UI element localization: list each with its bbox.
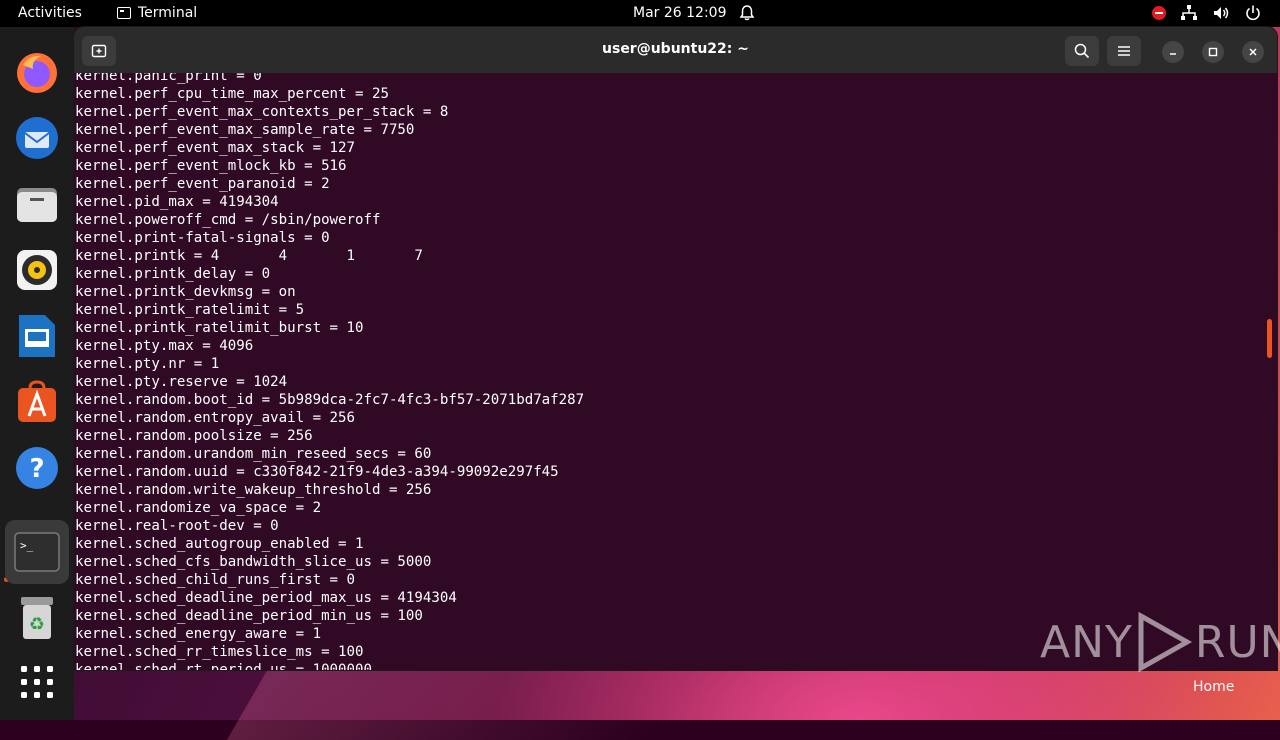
maximize-button[interactable] <box>1202 41 1224 63</box>
close-button[interactable] <box>1242 41 1264 63</box>
hamburger-icon <box>1118 46 1130 56</box>
terminal-line: kernel.pty.nr = 1 <box>75 356 220 372</box>
watermark-text-left: ANY <box>1040 616 1133 668</box>
help-icon[interactable]: ? <box>13 444 61 492</box>
maximize-icon <box>1208 47 1218 57</box>
activities-button[interactable]: Activities <box>18 5 82 21</box>
terminal-icon <box>117 7 131 19</box>
terminal-line: kernel.pty.reserve = 1024 <box>75 374 288 390</box>
terminal-line: kernel.random.poolsize = 256 <box>75 428 313 444</box>
show-applications-icon[interactable] <box>13 658 61 706</box>
firefox-icon[interactable] <box>13 49 61 97</box>
terminal-line: kernel.random.uuid = c330f842-21f9-4de3-… <box>75 464 559 480</box>
terminal-line: kernel.sched_energy_aware = 1 <box>75 626 322 642</box>
files-icon[interactable] <box>13 180 61 228</box>
search-icon <box>1074 43 1090 59</box>
terminal-lines: kernel.panic_print = 0 kernel.perf_cpu_ti… <box>75 73 584 670</box>
menu-button[interactable] <box>1107 36 1141 66</box>
minimize-button[interactable] <box>1162 41 1184 63</box>
power-icon[interactable] <box>1244 4 1262 22</box>
terminal-line: kernel.real-root-dev = 0 <box>75 518 279 534</box>
thunderbird-icon[interactable] <box>13 114 61 162</box>
libreoffice-impress-icon[interactable] <box>13 312 61 360</box>
minimize-icon <box>1170 53 1176 55</box>
bell-icon[interactable] <box>738 4 756 22</box>
terminal-line: kernel.perf_event_max_sample_rate = 7750 <box>75 122 415 138</box>
top-bar: Activities Terminal Mar 26 12:09 <box>0 0 1280 27</box>
terminal-line: kernel.pty.max = 4096 <box>75 338 254 354</box>
home-desktop-icon-label[interactable]: Home <box>1193 679 1234 695</box>
clock[interactable]: Mar 26 12:09 <box>633 5 726 21</box>
recording-indicator-icon[interactable] <box>1152 6 1166 20</box>
terminal-line: kernel.random.boot_id = 5b989dca-2fc7-4f… <box>75 392 585 408</box>
terminal-line: kernel.perf_event_mlock_kb = 516 <box>75 158 347 174</box>
terminal-line: kernel.perf_event_paranoid = 2 <box>75 176 330 192</box>
dock: ? >_ ♻ <box>0 27 74 720</box>
network-icon[interactable] <box>1180 4 1198 22</box>
svg-text:>_: >_ <box>20 539 34 552</box>
terminal-line: kernel.printk_devkmsg = on <box>75 284 296 300</box>
system-tray[interactable] <box>1152 4 1262 22</box>
terminal-line: kernel.sched_deadline_period_max_us = 41… <box>75 590 457 606</box>
scrollbar-thumb[interactable] <box>1267 319 1272 358</box>
terminal-line: kernel.printk_ratelimit = 5 <box>75 302 305 318</box>
terminal-line: kernel.poweroff_cmd = /sbin/poweroff <box>75 212 381 228</box>
terminal-line: kernel.sched_cfs_bandwidth_slice_us = 50… <box>75 554 432 570</box>
terminal-line: kernel.random.urandom_min_reseed_secs = … <box>75 446 432 462</box>
terminal-line: kernel.perf_cpu_time_max_percent = 25 <box>75 86 389 102</box>
svg-text:♻: ♻ <box>29 614 45 635</box>
wallpaper-shape <box>226 660 694 740</box>
search-button[interactable] <box>1065 36 1099 66</box>
terminal-line: kernel.printk = 4 4 1 7 <box>75 248 423 264</box>
terminal-line: kernel.printk_ratelimit_burst = 10 <box>75 320 364 336</box>
terminal-line: kernel.sched_rt_period_us = 1000000 <box>75 662 372 670</box>
play-logo-icon <box>1138 612 1192 672</box>
ubuntu-software-icon[interactable] <box>13 378 61 426</box>
volume-icon[interactable] <box>1212 4 1230 22</box>
terminal-window: user@ubuntu22: ~ kernel.panic_print = 0k… <box>74 27 1277 670</box>
terminal-line: kernel.perf_event_max_stack = 127 <box>75 140 356 156</box>
app-menu[interactable]: Terminal <box>117 5 197 21</box>
terminal-dock-icon[interactable]: >_ <box>5 520 69 584</box>
app-menu-label: Terminal <box>138 5 198 21</box>
terminal-line: kernel.printk_delay = 0 <box>75 266 271 282</box>
trash-icon[interactable]: ♻ <box>13 594 61 642</box>
terminal-line: kernel.randomize_va_space = 2 <box>75 500 322 516</box>
terminal-line: kernel.random.write_wakeup_threshold = 2… <box>75 482 432 498</box>
close-icon <box>1249 48 1257 56</box>
anyrun-watermark: ANY RUN <box>1040 612 1280 672</box>
terminal-output[interactable]: kernel.panic_print = 0 kernel.perf_cpu_ti… <box>75 73 1255 670</box>
terminal-line: kernel.panic_print = 0 <box>75 73 262 84</box>
terminal-line: kernel.sched_deadline_period_min_us = 10… <box>75 608 423 624</box>
terminal-line: kernel.pid_max = 4194304 <box>75 194 279 210</box>
window-titlebar[interactable]: user@ubuntu22: ~ <box>74 27 1277 73</box>
terminal-line: kernel.random.entropy_avail = 256 <box>75 410 356 426</box>
svg-text:?: ? <box>29 454 44 484</box>
terminal-line: kernel.sched_child_runs_first = 0 <box>75 572 356 588</box>
terminal-line: kernel.print-fatal-signals = 0 <box>75 230 330 246</box>
rhythmbox-icon[interactable] <box>13 246 61 294</box>
terminal-line: kernel.sched_autogroup_enabled = 1 <box>75 536 364 552</box>
terminal-line: kernel.perf_event_max_contexts_per_stack… <box>75 104 449 120</box>
terminal-line: kernel.sched_rr_timeslice_ms = 100 <box>75 644 364 660</box>
watermark-text-right: RUN <box>1194 616 1280 668</box>
